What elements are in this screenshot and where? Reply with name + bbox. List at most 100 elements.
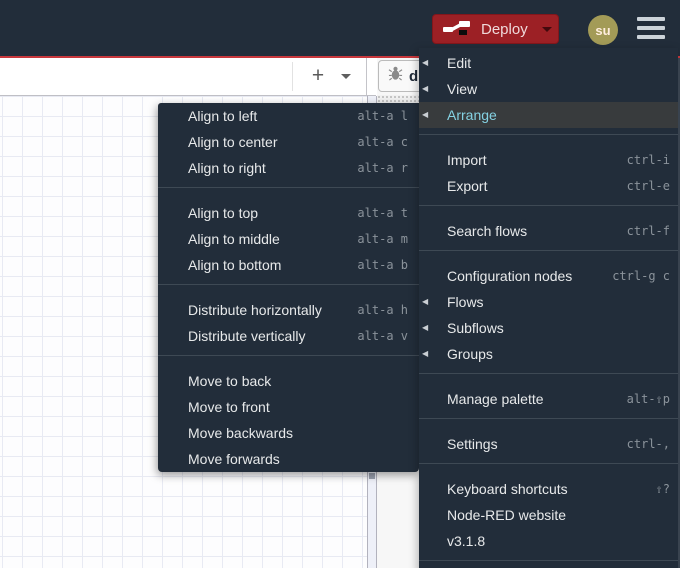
- main-menu: ◀ Edit ◀ View ◀ Arrange Import ctrl-i Export ctrl…: [419, 48, 678, 568]
- menu-separator: [419, 134, 678, 135]
- menu-item-move-forwards[interactable]: Move forwards: [158, 446, 419, 472]
- menu-item-label: Arrange: [447, 107, 497, 123]
- submenu-arrow-icon: ◀: [422, 297, 429, 306]
- menu-item-label: Move forwards: [188, 451, 280, 467]
- menu-item-label: Search flows: [447, 223, 528, 239]
- menu-item-shortcut: ⇧?: [655, 482, 670, 496]
- menu-item-align-to-middle[interactable]: Align to middle alt-a m: [158, 226, 419, 252]
- menu-item-node-red-website[interactable]: Node-RED website: [419, 502, 678, 528]
- submenu-arrow-icon: ◀: [422, 349, 429, 358]
- menu-item-shortcut: alt-a t: [357, 206, 408, 220]
- deploy-icon: [441, 18, 473, 40]
- menu-item-shortcut: ctrl-i: [626, 153, 670, 167]
- menu-item-label: Groups: [447, 346, 493, 362]
- hamburger-bar: [637, 26, 665, 30]
- menu-item-shortcut: alt-a l: [357, 109, 408, 123]
- add-flow-button[interactable]: +: [306, 63, 330, 89]
- menu-item-version[interactable]: v3.1.8: [419, 528, 678, 554]
- menu-separator: [419, 463, 678, 464]
- menu-item-align-to-left[interactable]: Align to left alt-a l: [158, 103, 419, 129]
- menu-item-move-to-back[interactable]: Move to back: [158, 368, 419, 394]
- menu-item-label: View: [447, 81, 478, 97]
- menu-item-label: Manage palette: [447, 391, 544, 407]
- menu-item-shortcut: ctrl-e: [626, 179, 670, 193]
- menu-item-distribute-horizontally[interactable]: Distribute horizontally alt-a h: [158, 297, 419, 323]
- menu-item-shortcut: alt-a m: [357, 232, 408, 246]
- deploy-options-caret-icon[interactable]: [541, 26, 552, 32]
- debug-bug-icon: [388, 66, 403, 86]
- submenu-arrow-icon: ◀: [422, 323, 429, 332]
- menu-item-label: Align to center: [188, 134, 278, 150]
- submenu-arrow-icon: ◀: [422, 110, 429, 119]
- menu-item-label: Move backwards: [188, 425, 294, 441]
- submenu-arrow-icon: ◀: [422, 84, 429, 93]
- menu-separator: [419, 205, 678, 206]
- menu-item-label: Flows: [447, 294, 484, 310]
- menu-item-label: Align to middle: [188, 231, 280, 247]
- menu-item-label: Move to front: [188, 399, 270, 415]
- menu-item-distribute-vertically[interactable]: Distribute vertically alt-a v: [158, 323, 419, 349]
- user-avatar[interactable]: su: [588, 15, 618, 45]
- menu-item-view[interactable]: ◀ View: [419, 76, 678, 102]
- menu-item-label: Align to right: [188, 160, 266, 176]
- menu-item-subflows[interactable]: ◀ Subflows: [419, 315, 678, 341]
- menu-item-export[interactable]: Export ctrl-e: [419, 173, 678, 199]
- menu-item-move-to-front[interactable]: Move to front: [158, 394, 419, 420]
- tabbar-divider: [292, 62, 293, 91]
- menu-item-keyboard-shortcuts[interactable]: Keyboard shortcuts ⇧?: [419, 476, 678, 502]
- menu-item-shortcut: ctrl-,: [626, 437, 670, 451]
- menu-item-label: Align to top: [188, 205, 259, 221]
- deploy-button[interactable]: Deploy: [432, 14, 559, 44]
- user-initials: su: [595, 22, 611, 38]
- menu-separator: [419, 560, 678, 561]
- menu-item-label: Align to left: [188, 108, 258, 124]
- menu-item-label: Node-RED website: [447, 507, 567, 523]
- submenu-arrow-icon: ◀: [422, 58, 429, 67]
- menu-separator: [158, 187, 419, 188]
- menu-item-shortcut: ctrl-g c: [612, 269, 670, 283]
- menu-separator: [419, 418, 678, 419]
- menu-item-align-to-top[interactable]: Align to top alt-a t: [158, 200, 419, 226]
- menu-item-flows[interactable]: ◀ Flows: [419, 289, 678, 315]
- sidebar-partial-glyph: d: [409, 67, 419, 85]
- menu-item-align-to-right[interactable]: Align to right alt-a r: [158, 155, 419, 181]
- flow-tab-bar: +: [0, 58, 376, 96]
- menu-item-label: Align to bottom: [188, 257, 282, 273]
- scrollbar-thumb[interactable]: [369, 473, 375, 479]
- hamburger-bar: [637, 35, 665, 39]
- menu-item-shortcut: alt-a r: [357, 161, 408, 175]
- menu-item-shortcut: ctrl-f: [626, 224, 670, 238]
- menu-item-move-backwards[interactable]: Move backwards: [158, 420, 419, 446]
- menu-item-label: Settings: [447, 436, 498, 452]
- menu-item-label: Move to back: [188, 373, 272, 389]
- tabbar-edge: [366, 58, 367, 95]
- menu-separator: [158, 355, 419, 356]
- tab-list-dropdown-icon[interactable]: [341, 74, 351, 79]
- menu-item-settings[interactable]: Settings ctrl-,: [419, 431, 678, 457]
- menu-item-label: Import: [447, 152, 487, 168]
- menu-item-shortcut: alt-a b: [357, 258, 408, 272]
- menu-item-shortcut: alt-⇧p: [626, 392, 670, 406]
- menu-item-label: v3.1.8: [447, 533, 486, 549]
- menu-item-align-to-center[interactable]: Align to center alt-a c: [158, 129, 419, 155]
- menu-item-edit[interactable]: ◀ Edit: [419, 50, 678, 76]
- menu-separator: [419, 373, 678, 374]
- menu-item-label: Keyboard shortcuts: [447, 481, 568, 497]
- arrange-submenu: Align to left alt-a l Align to center alt-a…: [158, 103, 419, 472]
- menu-item-label: Export: [447, 178, 488, 194]
- menu-item-groups[interactable]: ◀ Groups: [419, 341, 678, 367]
- deploy-button-label: Deploy: [481, 20, 528, 38]
- menu-item-search-flows[interactable]: Search flows ctrl-f: [419, 218, 678, 244]
- menu-item-align-to-bottom[interactable]: Align to bottom alt-a b: [158, 252, 419, 278]
- menu-item-arrange[interactable]: ◀ Arrange: [419, 102, 678, 128]
- main-menu-hamburger-icon[interactable]: [637, 17, 665, 39]
- menu-item-label: Distribute vertically: [188, 328, 306, 344]
- menu-item-label: Configuration nodes: [447, 268, 573, 284]
- menu-item-configuration-nodes[interactable]: Configuration nodes ctrl-g c: [419, 263, 678, 289]
- menu-item-manage-palette[interactable]: Manage palette alt-⇧p: [419, 386, 678, 412]
- menu-separator: [419, 250, 678, 251]
- menu-item-label: Edit: [447, 55, 472, 71]
- menu-item-shortcut: alt-a h: [357, 303, 408, 317]
- menu-item-shortcut: alt-a c: [357, 135, 408, 149]
- menu-item-import[interactable]: Import ctrl-i: [419, 147, 678, 173]
